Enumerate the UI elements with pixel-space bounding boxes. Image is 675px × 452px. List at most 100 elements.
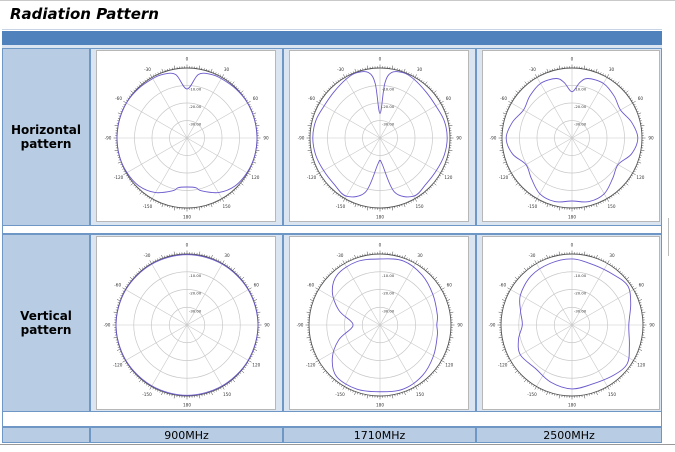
angle-tick <box>132 276 135 278</box>
angle-tick <box>251 353 254 355</box>
polar-chart-horizontal-1710: 0 30 60 90 120 150 180 -150 -120 -90 -60 -30 -10.00-… <box>289 50 469 222</box>
angle-label: -30 <box>337 67 344 72</box>
grid-spoke <box>151 324 188 387</box>
angle-tick <box>539 259 542 262</box>
angle-label: -30 <box>529 67 536 72</box>
angle-tick <box>323 180 325 183</box>
angle-tick <box>126 284 129 286</box>
angle-tick <box>422 81 425 83</box>
angle-tick <box>322 370 326 374</box>
angle-tick <box>523 84 526 87</box>
angle-tick <box>502 161 507 164</box>
angle-tick <box>331 379 335 383</box>
angle-tick <box>612 79 615 82</box>
angle-tick <box>230 267 233 270</box>
angle-tick <box>622 274 625 276</box>
angle-tick <box>334 267 337 270</box>
angle-tick <box>325 276 328 278</box>
angle-label: -90 <box>298 136 305 141</box>
polar-chart-vertical-2500: 0 30 60 90 120 150 180 -150 -120 -90 -60 -30 -10.00 -… <box>482 236 660 410</box>
angle-tick <box>136 86 139 88</box>
angle-tick <box>114 124 119 127</box>
angle-tick <box>320 97 323 100</box>
ring-label: -30.00 <box>382 122 395 127</box>
angle-tick <box>448 124 453 127</box>
angle-tick <box>515 90 519 94</box>
angle-tick <box>426 189 429 192</box>
angle-tick <box>505 295 508 297</box>
angle-tick <box>442 168 445 170</box>
angle-label: 120 <box>444 175 452 180</box>
angle-tick <box>326 184 329 187</box>
angle-label: 120 <box>445 363 453 368</box>
angle-tick <box>210 68 213 73</box>
angle-tick <box>225 78 228 81</box>
angle-label: -150 <box>528 204 538 209</box>
angle-tick <box>600 389 602 392</box>
angle-label: -90 <box>104 323 111 328</box>
angle-tick <box>635 166 638 168</box>
row-label-line2: pattern <box>20 323 72 337</box>
angle-tick <box>113 337 118 339</box>
grid-spoke <box>126 102 188 139</box>
angle-tick <box>322 279 325 282</box>
ring-label: -20.00 <box>189 291 202 296</box>
freq-row-label-cell <box>2 427 90 443</box>
angle-tick <box>618 84 621 87</box>
angle-tick <box>134 374 137 376</box>
angle-tick <box>339 78 342 81</box>
angle-tick <box>523 189 526 192</box>
angle-tick <box>342 260 345 264</box>
angle-tick <box>231 191 235 195</box>
angle-tick <box>502 112 507 115</box>
angle-tick <box>329 86 332 88</box>
angle-tick <box>240 90 244 94</box>
angle-tick <box>226 383 228 386</box>
angle-label: -150 <box>142 392 152 397</box>
grid-spoke <box>186 324 223 387</box>
angle-tick <box>138 270 140 273</box>
angle-tick <box>343 74 346 78</box>
angle-tick <box>520 186 522 189</box>
angle-tick <box>628 178 631 181</box>
angle-tick <box>235 188 238 190</box>
angle-label: -120 <box>114 175 124 180</box>
angle-label: -150 <box>335 392 345 397</box>
angle-tick <box>129 279 132 282</box>
angle-label: 0 <box>379 243 382 248</box>
angle-tick <box>242 93 244 96</box>
angle-tick <box>348 73 350 76</box>
angle-label: -30 <box>337 253 344 258</box>
angle-tick <box>227 79 230 82</box>
angle-tick <box>122 287 126 290</box>
angle-label: -90 <box>490 136 497 141</box>
angle-tick <box>508 101 512 104</box>
angle-tick <box>620 86 623 88</box>
angle-tick <box>229 81 232 83</box>
angle-tick <box>524 191 528 195</box>
pattern-curve <box>517 258 632 390</box>
angle-tick <box>415 260 418 264</box>
angle-tick <box>255 149 260 152</box>
angle-tick <box>521 375 523 378</box>
angle-tick <box>309 299 314 301</box>
angle-tick <box>126 364 129 366</box>
ring-label: -30.00 <box>574 122 587 127</box>
grid-spoke <box>510 324 573 361</box>
angle-tick <box>139 191 143 195</box>
angle-label: 120 <box>252 363 260 368</box>
row-label-line1: Horizontal <box>10 123 82 137</box>
angle-tick <box>141 380 144 383</box>
angle-tick <box>498 337 503 339</box>
angle-tick <box>313 295 316 297</box>
angle-tick <box>334 380 337 383</box>
angle-tick <box>244 282 247 284</box>
angle-tick <box>618 189 621 192</box>
angle-tick <box>404 391 406 396</box>
angle-tick <box>331 189 334 192</box>
angle-tick <box>141 267 144 270</box>
angle-tick <box>130 90 134 94</box>
angle-tick <box>610 78 613 81</box>
grid-spoke <box>379 137 441 174</box>
angle-label: 90 <box>648 136 654 141</box>
